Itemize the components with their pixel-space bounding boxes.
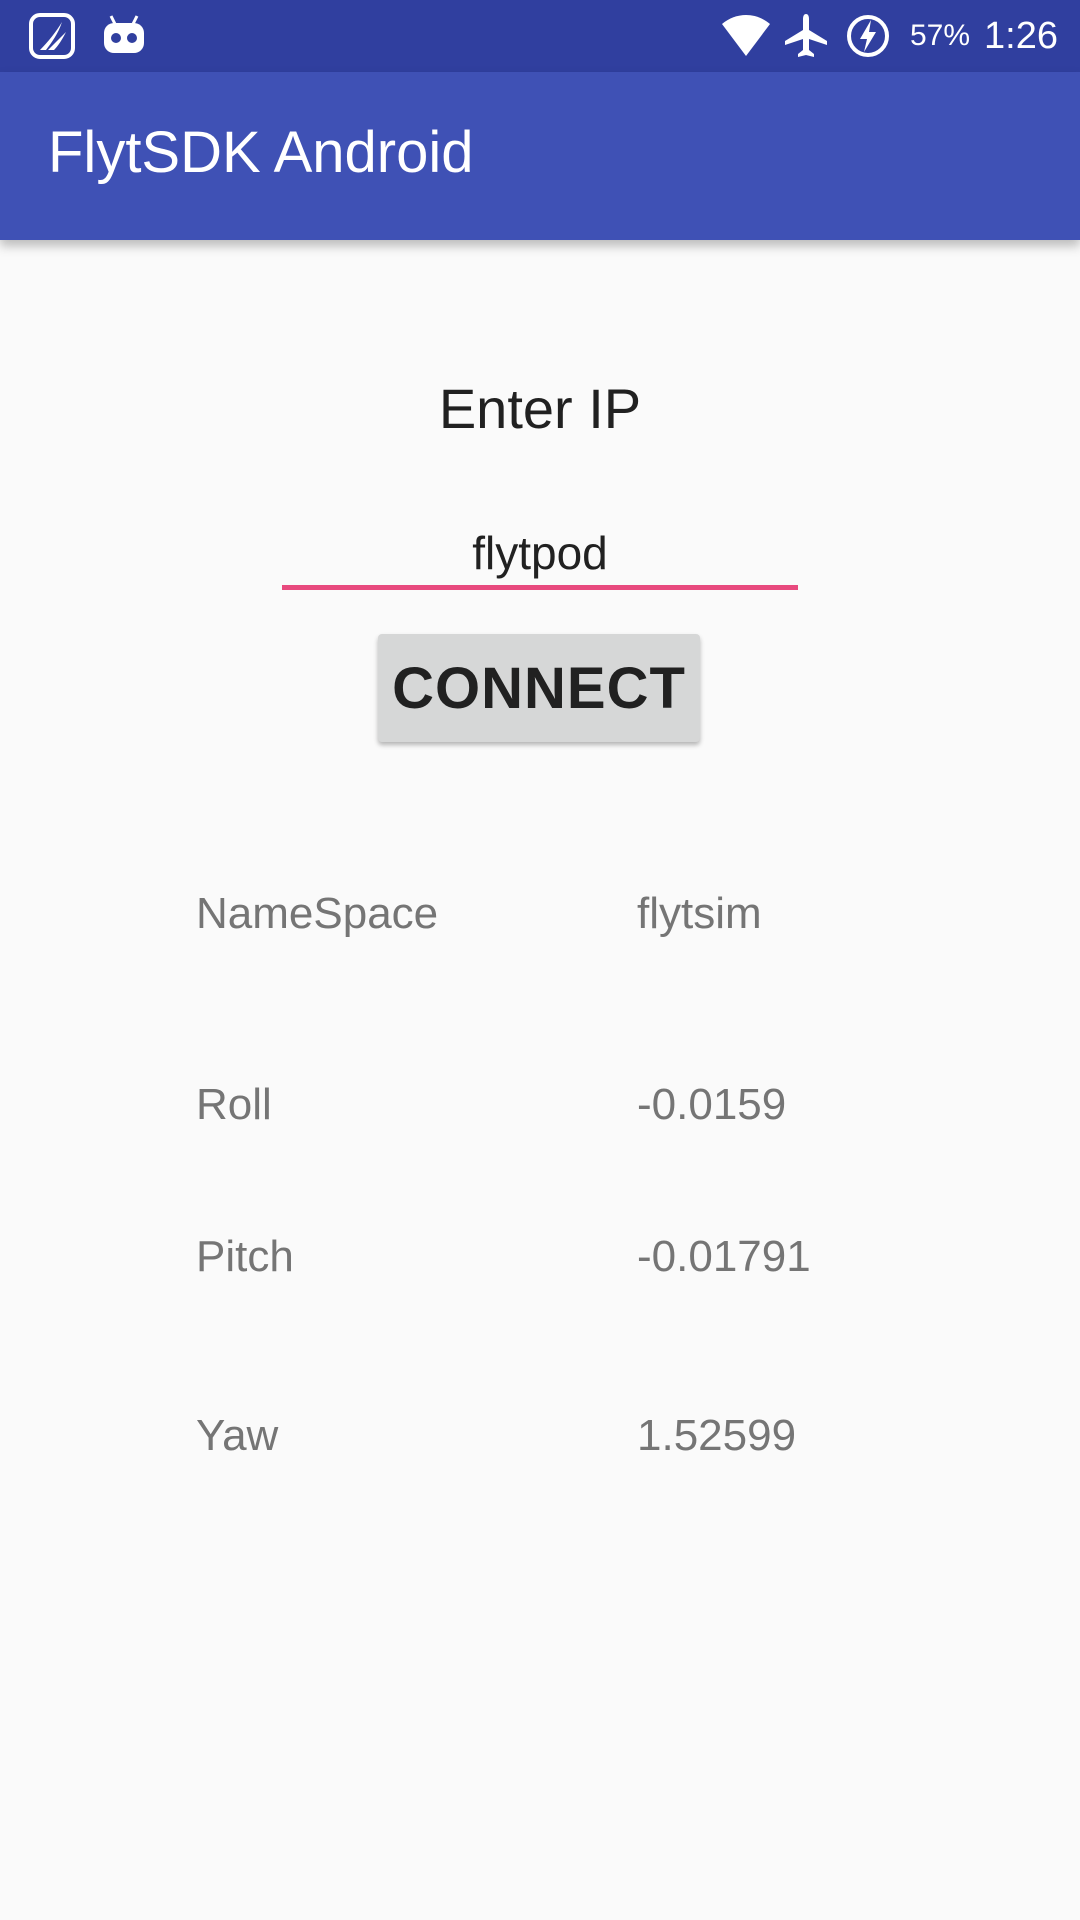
yaw-value: 1.52599 <box>637 1411 797 1460</box>
battery-percent: 57% <box>909 19 971 52</box>
pitch-value: -0.01791 <box>637 1232 811 1281</box>
pitch-label: Pitch <box>196 1232 294 1281</box>
yaw-label: Yaw <box>196 1411 279 1460</box>
namespace-value: flytsim <box>637 889 762 938</box>
system-icons: 57% 1:26 <box>720 0 1058 72</box>
roll-label: Roll <box>196 1080 272 1129</box>
wifi-icon <box>720 12 770 60</box>
battery-charging-icon <box>844 12 892 60</box>
airplane-icon <box>782 12 830 60</box>
namespace-label: NameSpace <box>196 889 439 938</box>
status-bar: 57% 1:26 <box>0 0 1080 72</box>
android-robot-icon <box>100 12 148 60</box>
clock: 1:26 <box>984 14 1058 57</box>
saavn-icon <box>28 12 76 60</box>
enter-ip-label: Enter IP <box>438 377 642 440</box>
roll-value: -0.0159 <box>637 1080 787 1129</box>
app-bar: FlytSDK Android <box>0 72 1080 240</box>
app-screen: 57% 1:26 FlytSDK Android Enter IP CONNEC… <box>0 0 1080 1920</box>
notification-icons <box>28 12 148 60</box>
connect-button[interactable]: CONNECT <box>378 634 700 742</box>
ip-input[interactable] <box>282 520 798 590</box>
app-title: FlytSDK Android <box>48 120 474 185</box>
